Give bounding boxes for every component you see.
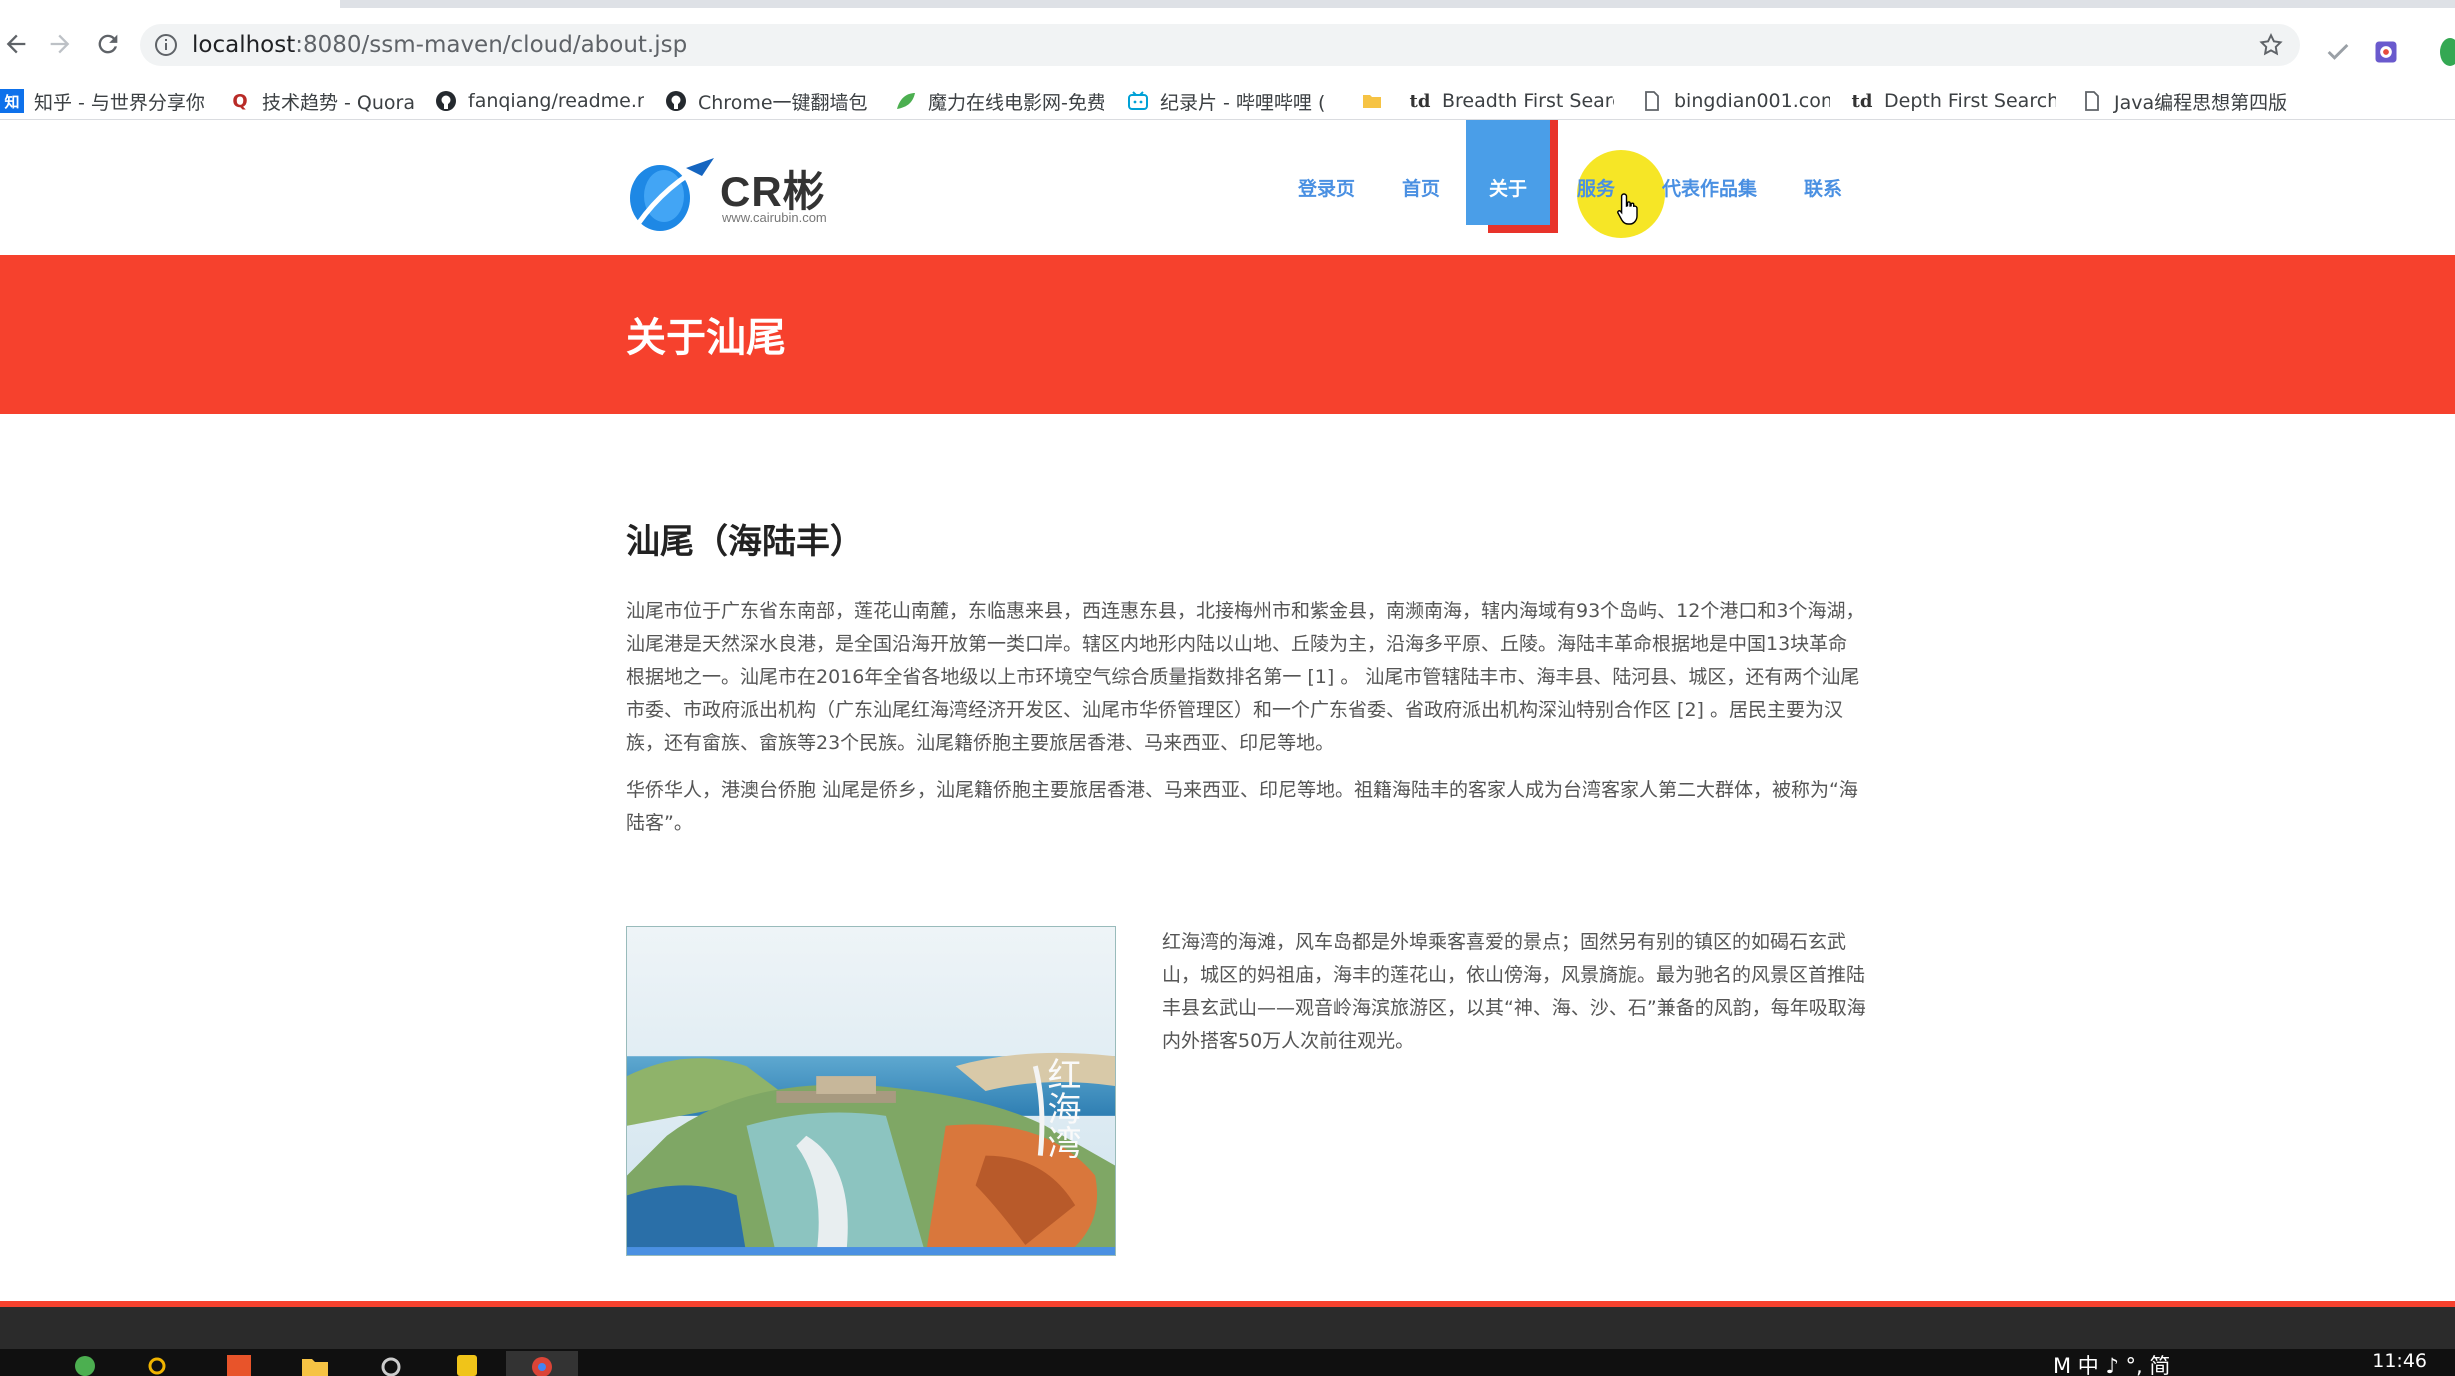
nav-home[interactable]: 首页 [1402, 174, 1440, 201]
checkmark-extension-icon[interactable] [2324, 38, 2352, 66]
bookmark-item[interactable]: fanqiang/readme.m [434, 86, 644, 116]
active-tab[interactable] [0, 0, 340, 8]
bookmark-item[interactable]: td Breadth First Searc [1408, 86, 1614, 116]
taskbar-settings-icon[interactable] [376, 1351, 406, 1376]
arrow-left-icon [6, 34, 26, 54]
quora-icon: Q [232, 90, 248, 112]
page-icon [2085, 91, 2099, 111]
taskbar-app-icon[interactable] [146, 1351, 176, 1376]
github-icon [436, 91, 456, 111]
bookmark-item[interactable]: bingdian001.com [1640, 86, 1830, 116]
bookmark-item[interactable]: Q 技术趋势 - Quora [228, 86, 428, 116]
taskbar-app-icon[interactable] [452, 1351, 482, 1376]
bookmarks-bar: 知 知乎 - 与世界分享你 Q 技术趋势 - Quora fanqiang/re… [0, 82, 2455, 120]
td-icon: td [1409, 90, 1431, 112]
profile-avatar[interactable] [2440, 38, 2455, 66]
taskbar-clock[interactable]: 11:46 [2372, 1350, 2427, 1372]
browser-toolbar: localhost:8080/ssm-maven/cloud/about.jsp [0, 8, 2455, 82]
scenery-photo: 红海湾 [626, 926, 1116, 1256]
bookmark-label: 魔力在线电影网-免费 [928, 91, 1104, 114]
bookmark-label: 知乎 - 与世界分享你 [34, 91, 205, 114]
bookmark-item[interactable]: Java编程思想第四版 [2080, 86, 2290, 116]
nav-about[interactable]: 关于 [1489, 174, 1527, 201]
bookmark-item[interactable]: 纪录片 - 哔哩哔哩 ( [1126, 86, 1326, 116]
photo-watermark: 红海湾 [1041, 1057, 1081, 1159]
site-footer [0, 1307, 2455, 1349]
folder-icon [1363, 95, 1381, 108]
bookmark-star-icon[interactable] [2258, 32, 2284, 58]
hand-cursor-icon [1617, 193, 1638, 225]
bilibili-icon [1128, 91, 1148, 110]
url-host: localhost [192, 32, 296, 58]
address-bar[interactable]: localhost:8080/ssm-maven/cloud/about.jsp [140, 24, 2300, 66]
media-section: 红海湾 红海湾的海滩，风车岛都是外埠乘客喜爱的景点；固然另有别的镇区的如碣石玄武… [626, 926, 1866, 1256]
nav-services[interactable]: 服务 [1577, 174, 1615, 201]
overseas-paragraph: 华侨华人，港澳台侨胞 汕尾是侨乡，汕尾籍侨胞主要旅居香港、马来西亚、印尼等地。祖… [626, 779, 1858, 834]
active-menu-background [1466, 120, 1550, 225]
site-logo[interactable]: CR彬 www.cairubin.com [626, 154, 846, 234]
bookmark-item[interactable]: 魔力在线电影网-免费 [894, 86, 1104, 116]
logo-url: www.cairubin.com [722, 210, 827, 225]
arrow-right-icon [50, 34, 70, 54]
page-banner: 关于汕尾 [0, 255, 2455, 414]
bookmark-label: Chrome一键翻墙包 [698, 91, 868, 114]
nav-login[interactable]: 登录页 [1298, 174, 1355, 201]
bookmark-label: bingdian001.com [1674, 90, 1830, 112]
nav-portfolio[interactable]: 代表作品集 [1662, 174, 1757, 201]
bookmark-label: 技术趋势 - Quora [262, 91, 416, 114]
scenery-paragraph: 红海湾的海滩，风车岛都是外埠乘客喜爱的景点；固然另有别的镇区的如碣石玄武山，城区… [1162, 931, 1866, 1052]
bookmark-folder[interactable] [1360, 86, 1394, 116]
input-method-indicator[interactable]: M 中 ♪ °, 简 [2053, 1350, 2170, 1376]
site-header: CR彬 www.cairubin.com 登录页 首页 关于 服务 代表作品集 … [0, 120, 2455, 255]
zhihu-icon: 知 [0, 89, 24, 113]
browser-tab-strip [0, 0, 2455, 8]
bookmark-label: Breadth First Searc [1442, 90, 1614, 112]
page-icon [1645, 91, 1659, 111]
taskbar-app-icon[interactable] [70, 1351, 100, 1376]
bookmark-label: 纪录片 - 哔哩哔哩 ( [1160, 91, 1326, 114]
bookmark-label: fanqiang/readme.m [468, 90, 644, 112]
section-heading: 汕尾（海陆丰） [626, 522, 864, 562]
url-path: :8080/ssm-maven/cloud/about.jsp [295, 32, 688, 58]
bookmark-item[interactable]: td Depth First Search ( [1850, 86, 2056, 116]
taskbar-chrome-icon[interactable] [506, 1351, 578, 1376]
bookmark-label: Depth First Search ( [1884, 90, 2056, 112]
nav-contact[interactable]: 联系 [1804, 174, 1842, 201]
forward-button[interactable] [44, 28, 76, 60]
os-taskbar: M 中 ♪ °, 简 11:46 [0, 1349, 2455, 1376]
bookmark-item[interactable]: 知 知乎 - 与世界分享你 [0, 86, 210, 116]
taskbar-app-icon[interactable] [224, 1351, 254, 1376]
td-icon: td [1851, 90, 1873, 112]
bookmark-label: Java编程思想第四版 [2114, 91, 2288, 114]
url-text[interactable]: localhost:8080/ssm-maven/cloud/about.jsp [192, 32, 687, 58]
intro-paragraph: 汕尾市位于广东省东南部，莲花山南麓，东临惠来县，西连惠东县，北接梅州市和紫金县，… [626, 600, 1865, 754]
main-content: 汕尾（海陆丰） 汕尾市位于广东省东南部，莲花山南麓，东临惠来县，西连惠东县，北接… [626, 514, 1866, 854]
taskbar-folder-icon[interactable] [300, 1351, 330, 1376]
info-icon[interactable] [154, 33, 178, 57]
bookmark-item[interactable]: Chrome一键翻墙包 [664, 86, 874, 116]
github-icon [666, 91, 686, 111]
banner-title: 关于汕尾 [626, 315, 786, 361]
reload-button[interactable] [92, 28, 124, 60]
extension-icon[interactable] [2372, 38, 2400, 66]
back-button[interactable] [0, 28, 32, 60]
leaf-icon [897, 93, 915, 109]
reload-icon [98, 34, 118, 54]
plane-logo-icon [630, 158, 714, 231]
